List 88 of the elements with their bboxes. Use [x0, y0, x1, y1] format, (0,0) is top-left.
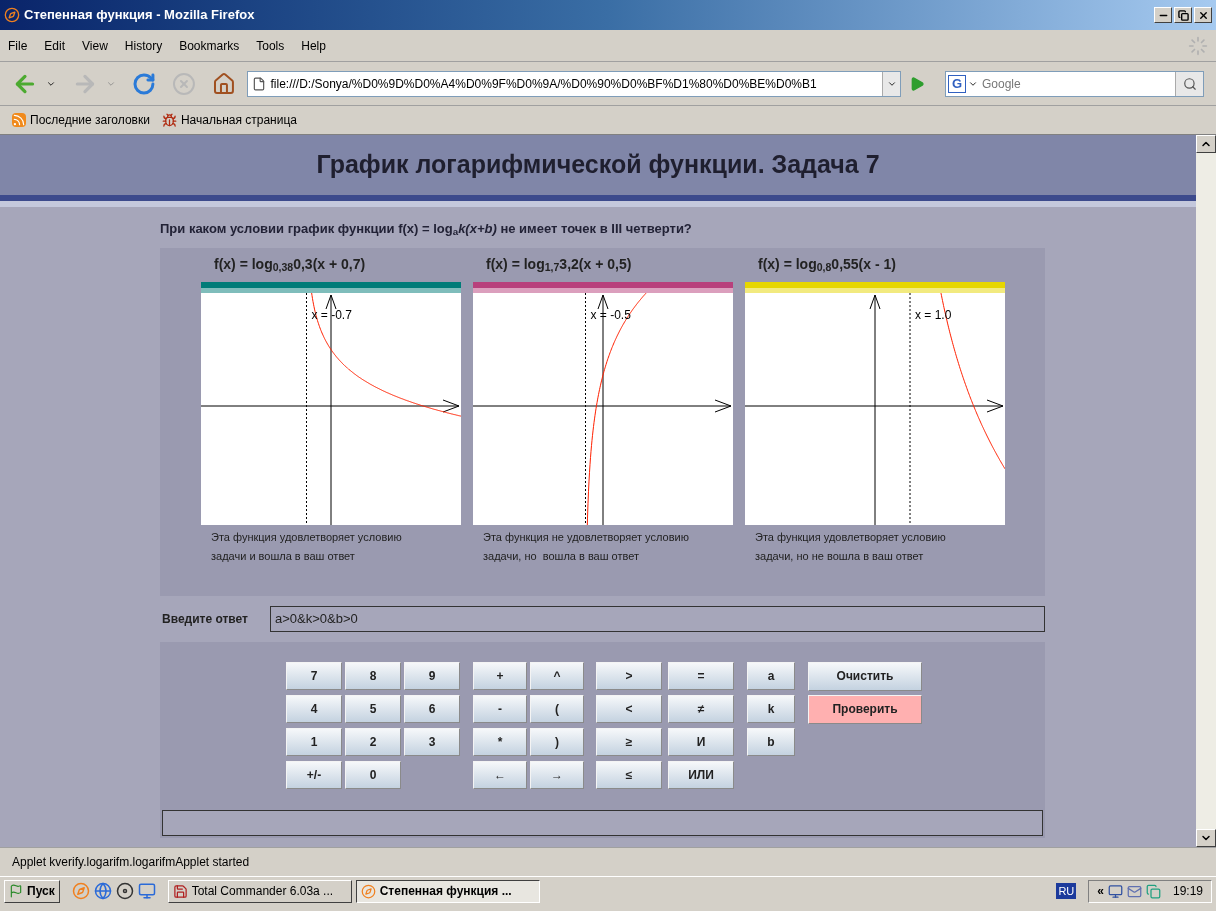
answer-field[interactable]: a>0&k>0&b>0 [270, 605, 1045, 632]
menu-item[interactable]: History [124, 36, 163, 55]
key-button[interactable]: k [747, 694, 795, 723]
bug-icon [161, 112, 177, 128]
network-icon[interactable] [1107, 883, 1123, 899]
question-text: При каком условии график функции f(x) = log$_{a}$k(x+b) не имеет точек в III четверти? [160, 220, 693, 239]
windows-flag-icon [9, 884, 23, 898]
key-button[interactable]: > [596, 661, 662, 690]
scrollbar[interactable] [1196, 135, 1216, 847]
caption-text: задачи, но вошла в ваш ответ [483, 548, 641, 564]
key-button[interactable]: 7 [286, 661, 342, 690]
taskbar-button[interactable]: Степенная функция ... [355, 879, 540, 903]
key-button[interactable]: b [747, 727, 795, 756]
file-icon [252, 76, 267, 91]
caption-text: Эта функция удовлетворяет условию [211, 529, 403, 545]
key-button[interactable]: 4 [286, 694, 342, 723]
caption-text: задачи, но не вошла в ваш ответ [755, 548, 925, 564]
key-button[interactable]: a [747, 661, 795, 690]
disc-icon[interactable] [115, 882, 134, 900]
minimize-button[interactable] [1154, 7, 1172, 23]
menu-item[interactable]: Edit [44, 36, 66, 55]
menu-item[interactable]: Tools [256, 36, 285, 55]
throbber-icon [1188, 35, 1208, 56]
key-button[interactable]: → [530, 760, 584, 789]
answer-label: Введите ответ [162, 610, 249, 628]
feed-icon [12, 113, 26, 127]
key-button[interactable]: - [473, 694, 527, 723]
caption-text: Эта функция удовлетворяет условию [755, 529, 947, 545]
key-button[interactable]: 2 [345, 727, 401, 756]
key-button[interactable]: ≤ [596, 760, 662, 789]
caption-text: Эта функция не удовлетворяет условию [483, 529, 690, 545]
key-button[interactable]: 3 [404, 727, 460, 756]
menu-item[interactable]: Help [301, 36, 326, 55]
taskbar-button[interactable]: Total Commander 6.03a ... [167, 879, 352, 903]
language-indicator[interactable]: RU [1056, 882, 1077, 900]
status-text: Applet kverify.logarifm.logarifmApplet started [12, 854, 250, 871]
close-button[interactable] [1194, 7, 1212, 23]
key-button[interactable]: 0 [345, 760, 401, 789]
address-field[interactable]: file:///D:/Sonya/%D0%9D%D0%A4%D0%9F%D0%9A/%D0%90%D0%BF%D1%80%D0%BE%D0%B1 [247, 70, 902, 97]
key-button[interactable]: ≥ [596, 727, 662, 756]
window-title: Степенная функция - Mozilla Firefox [24, 6, 255, 25]
menu-item[interactable]: File [8, 36, 28, 55]
key-button[interactable]: * [473, 727, 527, 756]
start-button[interactable]: Пуск [4, 879, 60, 903]
key-button[interactable]: = [668, 661, 734, 690]
bookmark-link[interactable]: Начальная страница [180, 111, 297, 129]
reload-icon[interactable] [131, 71, 156, 96]
key-button[interactable]: 5 [345, 694, 401, 723]
url-text: file:///D:/Sonya/%D0%9D%D0%A4%D0%9F%D0%9A/%D0%90%D0%BF%D1%80%D0%BE%D0%B1 [270, 75, 817, 93]
tray-expand-button[interactable]: « [1097, 882, 1104, 900]
asymptote-label: x = -0.5 [590, 306, 631, 324]
key-button[interactable]: + [473, 661, 527, 690]
page-title: График логарифмической функции. Задача 7 [316, 149, 880, 181]
bookmark-link[interactable]: Последние заголовки [30, 111, 150, 129]
restore-button[interactable] [1174, 7, 1192, 23]
key-button[interactable]: 8 [345, 661, 401, 690]
menu-item[interactable]: View [82, 36, 108, 55]
asymptote-label: x = 1.0 [915, 306, 952, 324]
app-icon[interactable] [1145, 883, 1161, 899]
search-field[interactable]: G Google [944, 70, 1204, 97]
action-button[interactable]: Очистить [808, 661, 922, 691]
clock: 19:19 [1172, 883, 1203, 900]
function-formula: f(x) = log$_{0,8}$0,55(x - 1) [758, 254, 897, 276]
go-icon[interactable] [909, 75, 925, 92]
asymptote-label: x = -0.7 [311, 306, 352, 324]
key-button[interactable]: 6 [404, 694, 460, 723]
key-button[interactable]: 1 [286, 727, 342, 756]
key-button[interactable]: ИЛИ [668, 760, 734, 789]
caption-text: задачи и вошла в ваш ответ [211, 548, 356, 564]
search-engine-logo[interactable]: G [947, 74, 966, 93]
key-button[interactable]: < [596, 694, 662, 723]
key-button[interactable]: ) [530, 727, 584, 756]
key-button[interactable]: ← [473, 760, 527, 789]
key-button[interactable]: ( [530, 694, 584, 723]
search-icon[interactable] [1182, 76, 1197, 91]
key-button[interactable]: +/- [286, 760, 342, 789]
function-formula: f(x) = log$_{0,38}$0,3(x + 0,7) [214, 254, 367, 276]
mail-icon[interactable] [1126, 883, 1142, 899]
key-button[interactable]: ≠ [668, 694, 734, 723]
action-button[interactable]: Проверить [808, 694, 922, 724]
function-formula: f(x) = log$_{1,7}$3,2(x + 0,5) [486, 254, 633, 276]
restore-icon [1177, 9, 1189, 21]
key-button[interactable]: 9 [404, 661, 460, 690]
menu-item[interactable]: Bookmarks [179, 36, 240, 55]
key-button[interactable]: И [668, 727, 734, 756]
close-icon [1197, 9, 1209, 21]
key-button[interactable]: ^ [530, 661, 584, 690]
home-icon[interactable] [211, 71, 236, 96]
